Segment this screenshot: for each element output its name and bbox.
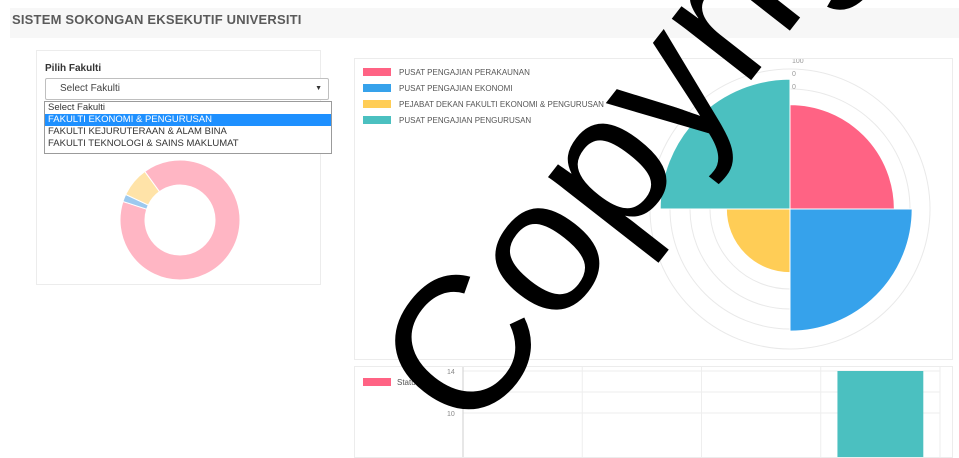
legend-swatch bbox=[363, 84, 391, 92]
bar-legend-swatch bbox=[363, 378, 391, 386]
faculty-option[interactable]: FAKULTI TEKNOLOGI & SAINS MAKLUMAT bbox=[45, 138, 331, 150]
chevron-down-icon: ▼ bbox=[315, 85, 322, 92]
legend-item[interactable]: PUSAT PENGAJIAN PERAKAUNAN bbox=[363, 64, 604, 80]
polar-tick-label: 0 bbox=[792, 71, 796, 78]
leave-status-panel: 14 12 10 Status Cuti bbox=[354, 366, 953, 458]
polar-slice bbox=[725, 208, 791, 274]
department-polar-panel: PUSAT PENGAJIAN PERAKAUNAN PUSAT PENGAJI… bbox=[354, 58, 953, 360]
polar-tick-label: 0 bbox=[792, 84, 796, 91]
department-polar-chart: 100 0 0 bbox=[649, 59, 931, 350]
faculty-select-label: Pilih Fakulti bbox=[45, 63, 102, 74]
legend-item[interactable]: PUSAT PENGAJIAN PENGURUSAN bbox=[363, 112, 604, 128]
polar-slice bbox=[789, 104, 895, 210]
legend-item[interactable]: PUSAT PENGAJIAN EKONOMI bbox=[363, 80, 604, 96]
page-title: SISTEM SOKONGAN EKSEKUTIF UNIVERSITI bbox=[12, 12, 302, 27]
legend-item[interactable]: PEJABAT DEKAN FAKULTI EKONOMI & PENGURUS… bbox=[363, 96, 604, 112]
legend-label: PUSAT PENGAJIAN EKONOMI bbox=[399, 83, 513, 93]
leave-status-bar-chart: 14 12 10 Status Cuti bbox=[363, 367, 941, 457]
legend-swatch bbox=[363, 116, 391, 124]
bar-y-tick-label: 14 bbox=[447, 369, 455, 376]
legend-swatch bbox=[363, 100, 391, 108]
faculty-dropdown-list: Select Fakulti FAKULTI EKONOMI & PENGURU… bbox=[44, 101, 332, 154]
legend-label: PUSAT PENGAJIAN PENGURUSAN bbox=[399, 115, 532, 125]
bar-legend-label: Status Cuti bbox=[397, 378, 436, 387]
legend-label: PUSAT PENGAJIAN PERAKAUNAN bbox=[399, 67, 530, 77]
polar-tick-label: 100 bbox=[792, 59, 804, 65]
faculty-donut-chart bbox=[119, 159, 241, 281]
bar bbox=[837, 371, 924, 457]
faculty-select-value: Select Fakulti bbox=[60, 83, 121, 94]
faculty-option[interactable]: FAKULTI KEJURUTERAAN & ALAM BINA bbox=[45, 126, 331, 138]
polar-slice bbox=[789, 208, 913, 332]
polar-legend: PUSAT PENGAJIAN PERAKAUNAN PUSAT PENGAJI… bbox=[363, 64, 604, 128]
faculty-option-highlighted[interactable]: FAKULTI EKONOMI & PENGURUSAN bbox=[45, 114, 331, 126]
app-header: SISTEM SOKONGAN EKSEKUTIF UNIVERSITI bbox=[10, 8, 959, 38]
legend-label: PEJABAT DEKAN FAKULTI EKONOMI & PENGURUS… bbox=[399, 99, 604, 109]
legend-swatch bbox=[363, 68, 391, 76]
polar-slice bbox=[659, 78, 791, 210]
bar-y-tick-label: 12 bbox=[447, 390, 455, 397]
faculty-option[interactable]: Select Fakulti bbox=[45, 102, 331, 114]
bar-y-tick-label: 10 bbox=[447, 411, 455, 418]
faculty-select[interactable]: Select Fakulti ▼ bbox=[45, 78, 329, 100]
